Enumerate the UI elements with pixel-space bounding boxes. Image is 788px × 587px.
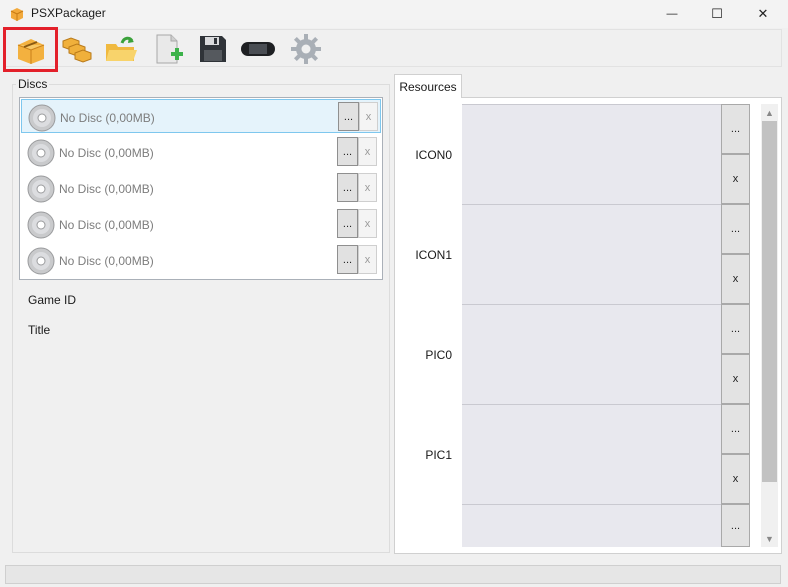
- resource-image-pic1: [462, 404, 721, 504]
- minimize-icon: —: [666, 8, 678, 20]
- resource-remove-button[interactable]: x: [721, 154, 750, 204]
- toolbar-open-folder-button[interactable]: [102, 32, 140, 66]
- resource-label-pic1: PIC1: [425, 448, 452, 462]
- resource-browse-button[interactable]: ...: [721, 104, 750, 154]
- resource-browse-button[interactable]: ...: [721, 304, 750, 354]
- cd-icon: [27, 175, 55, 203]
- cd-icon: [27, 247, 55, 275]
- batch-icon: [62, 37, 92, 63]
- settings-gear-icon: [291, 34, 321, 64]
- resource-browse-button[interactable]: ...: [721, 404, 750, 454]
- cd-icon: [27, 211, 55, 239]
- toolbar-open-package-button[interactable]: [3, 27, 58, 72]
- resource-remove-button[interactable]: x: [721, 254, 750, 304]
- toolbar-save-button[interactable]: [194, 32, 232, 66]
- disc-remove-button[interactable]: x: [358, 209, 377, 238]
- toolbar-psp-button[interactable]: [239, 32, 277, 66]
- resource-image-icon1: [462, 204, 721, 304]
- resource-remove-button[interactable]: x: [721, 354, 750, 404]
- cd-icon: [28, 104, 56, 132]
- resource-label-pic0: PIC0: [425, 348, 452, 362]
- disc-row-5[interactable]: No Disc (0,00MB) ... x: [21, 243, 381, 277]
- resource-image-pic0: [462, 304, 721, 404]
- disc-label: No Disc (0,00MB): [60, 111, 155, 125]
- disc-row-3[interactable]: No Disc (0,00MB) ... x: [21, 171, 381, 205]
- open-folder-icon: [106, 36, 137, 61]
- toolbar-new-file-button[interactable]: [149, 32, 187, 66]
- minimize-button[interactable]: —: [650, 0, 694, 28]
- tab-resources[interactable]: Resources: [394, 74, 462, 98]
- close-button[interactable]: ✕: [741, 0, 785, 28]
- discs-group-title: Discs: [16, 77, 50, 91]
- disc-browse-button[interactable]: ...: [338, 102, 359, 131]
- toolbar-batch-button[interactable]: [57, 32, 95, 66]
- cd-icon: [27, 139, 55, 167]
- disc-browse-button[interactable]: ...: [337, 209, 358, 238]
- resource-browse-button[interactable]: ...: [721, 204, 750, 254]
- save-icon: [200, 36, 226, 62]
- disc-remove-button[interactable]: x: [358, 137, 377, 166]
- disc-row-1[interactable]: No Disc (0,00MB) ... x: [21, 99, 381, 133]
- resource-image-icon0: [462, 104, 721, 204]
- disc-remove-button[interactable]: x: [359, 102, 378, 131]
- scrollbar-thumb[interactable]: [762, 121, 777, 482]
- disc-remove-button[interactable]: x: [358, 173, 377, 202]
- disc-label: No Disc (0,00MB): [59, 254, 154, 268]
- app-box-icon: [9, 6, 25, 22]
- title-label: Title: [28, 323, 51, 337]
- psp-device-icon: [241, 42, 275, 56]
- disc-label: No Disc (0,00MB): [59, 146, 154, 160]
- status-bar: [5, 565, 781, 584]
- open-package-icon: [17, 38, 44, 64]
- disc-browse-button[interactable]: ...: [337, 245, 358, 274]
- disc-browse-button[interactable]: ...: [337, 173, 358, 202]
- close-icon: ✕: [757, 6, 769, 21]
- maximize-icon: ☐: [711, 6, 723, 21]
- toolbar-settings-button[interactable]: [287, 32, 325, 66]
- disc-row-4[interactable]: No Disc (0,00MB) ... x: [21, 207, 381, 241]
- disc-label: No Disc (0,00MB): [59, 218, 154, 232]
- disc-remove-button[interactable]: x: [358, 245, 377, 274]
- window-title: PSXPackager: [31, 6, 106, 20]
- resource-remove-button[interactable]: x: [721, 454, 750, 504]
- resource-image-partial: [462, 504, 721, 547]
- new-file-icon: [156, 34, 183, 64]
- maximize-button[interactable]: ☐: [695, 0, 739, 28]
- disc-row-2[interactable]: No Disc (0,00MB) ... x: [21, 135, 381, 169]
- disc-label: No Disc (0,00MB): [59, 182, 154, 196]
- disc-list: No Disc (0,00MB) ... x No Disc (0,00MB) …: [19, 97, 383, 280]
- resource-label-icon1: ICON1: [415, 248, 452, 262]
- disc-browse-button[interactable]: ...: [337, 137, 358, 166]
- game-id-label: Game ID: [28, 293, 77, 307]
- resource-label-icon0: ICON0: [415, 148, 452, 162]
- resource-browse-button[interactable]: ...: [721, 504, 750, 547]
- scroll-down-icon[interactable]: ▼: [761, 531, 778, 547]
- scroll-up-icon[interactable]: ▲: [761, 105, 778, 121]
